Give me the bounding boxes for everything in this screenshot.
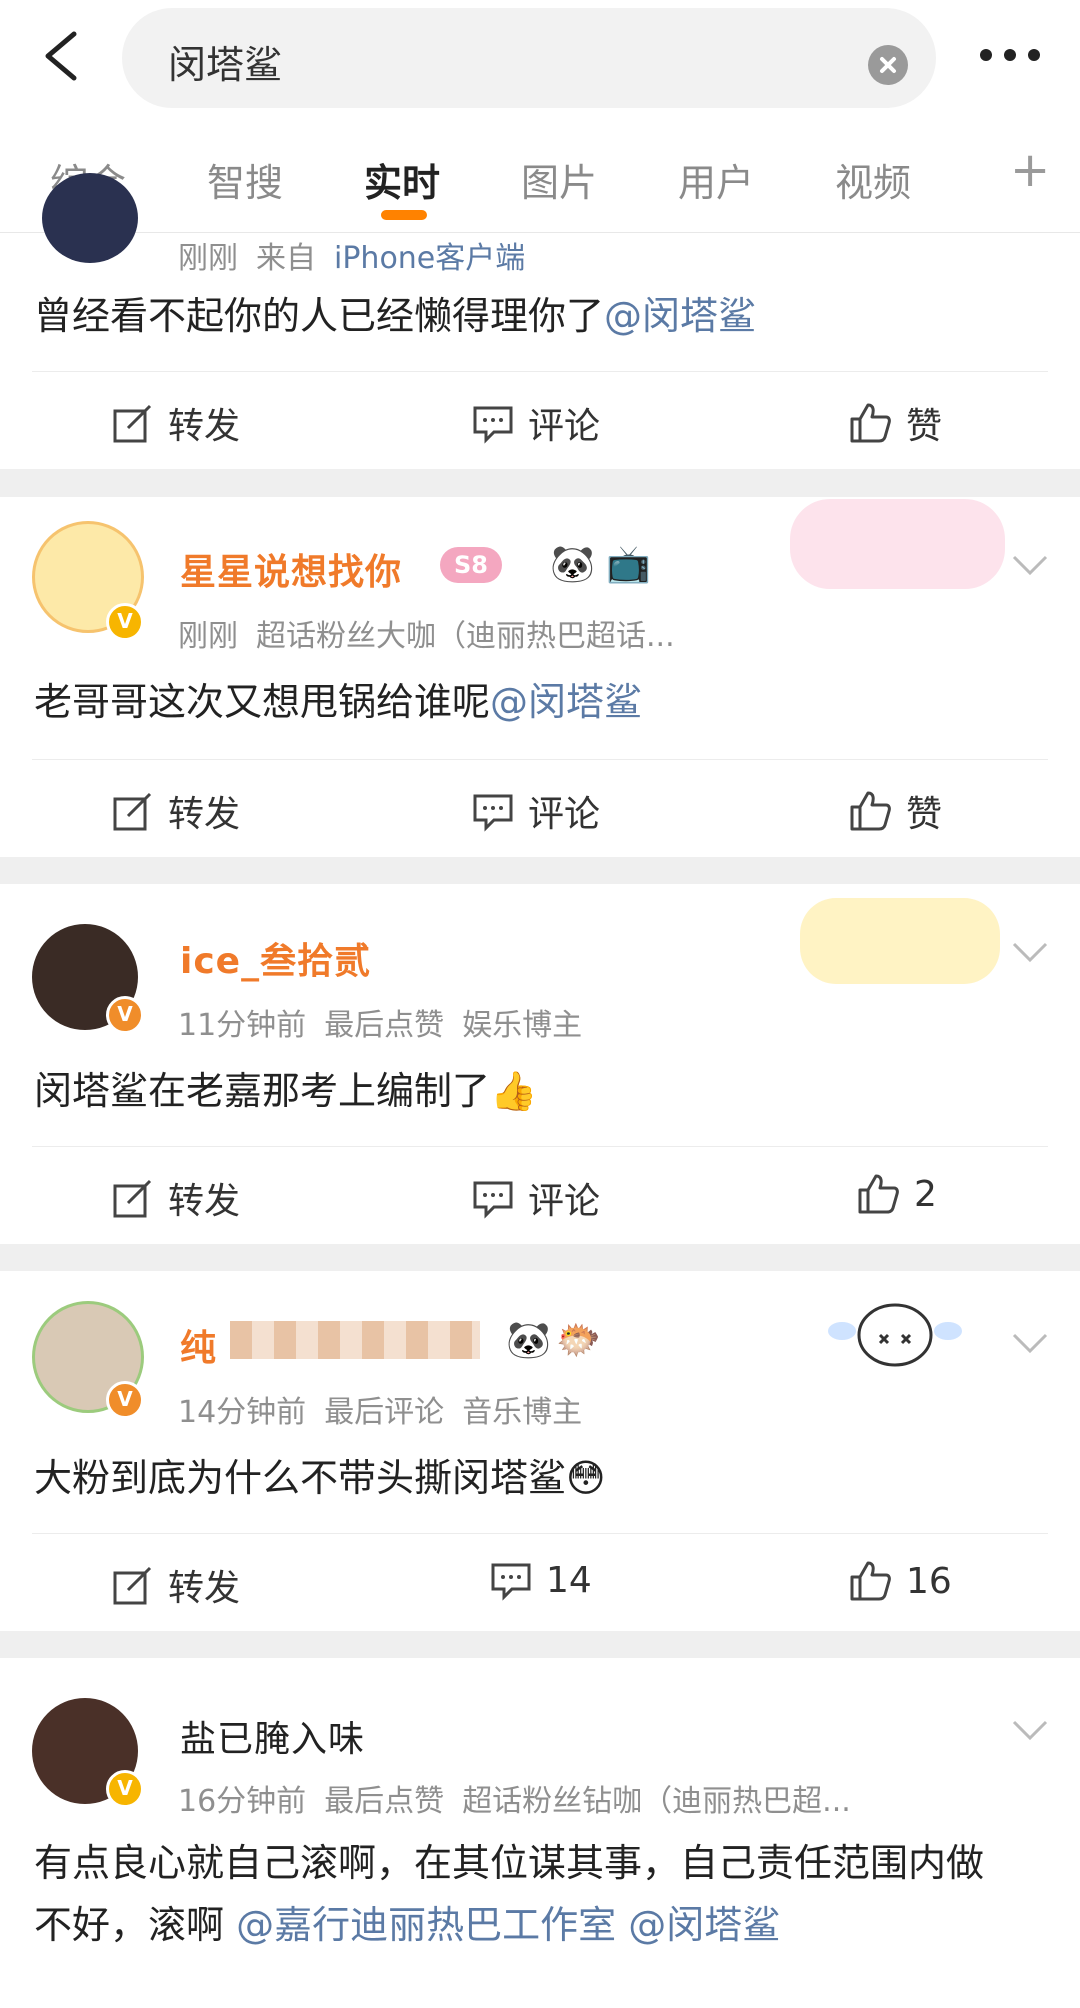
chevron-down-icon[interactable]	[1010, 940, 1050, 964]
post-text: 曾经看不起你的人已经懒得理你了@闵塔鲨	[34, 294, 757, 338]
user-name[interactable]: 纯	[180, 1319, 217, 1371]
active-tab-indicator	[381, 210, 427, 220]
verified-badge-icon: V	[106, 1770, 144, 1808]
level-badge: S8	[440, 547, 502, 583]
post-card: V 纯 🐼 🐡 14分钟前 最后评论 音乐博主 大粉到底为什么不带头撕闵塔鲨😳 转发…	[0, 1271, 1080, 1631]
user-name[interactable]: ice_叁拾贰	[180, 932, 371, 984]
repost-button[interactable]: 转发	[112, 1559, 240, 1611]
post-meta: 刚刚 超话粉丝大咖（迪丽热巴超话...	[178, 619, 675, 654]
divider	[32, 759, 1048, 760]
panda-icon: 🐼	[550, 544, 595, 585]
clear-search-icon[interactable]	[868, 45, 908, 85]
add-tab-icon[interactable]: +	[1010, 142, 1050, 198]
repost-button[interactable]: 转发	[112, 785, 240, 837]
like-button[interactable]: 赞	[848, 397, 942, 449]
comment-icon	[491, 1563, 531, 1601]
card-decoration-icon	[800, 898, 1000, 984]
mention-link[interactable]: @闵塔鲨	[490, 680, 642, 724]
chevron-down-icon[interactable]	[1010, 1718, 1050, 1742]
comment-icon	[473, 794, 513, 832]
tab-bar: 综合 智搜 实时 图片 用户 视频 +	[0, 112, 1080, 233]
post-card: V 盐已腌入味 16分钟前 最后点赞 超话粉丝钻咖（迪丽热巴超... 有点良心就自己…	[0, 1658, 1080, 2008]
search-query: 闵塔鲨	[168, 43, 283, 87]
post-card: V ice_叁拾贰 11分钟前 最后点赞 娱乐博主 闵塔鲨在老嘉那考上编制了👍 转发…	[0, 884, 1080, 1244]
card-decoration-icon	[790, 499, 1005, 589]
comment-button[interactable]: 评论	[472, 1172, 600, 1224]
repost-button[interactable]: 转发	[112, 1172, 240, 1224]
post-meta: 14分钟前 最后评论 音乐博主	[178, 1395, 583, 1430]
mention-link[interactable]: @闵塔鲨	[604, 294, 756, 338]
thumbs-up-icon	[858, 1174, 899, 1214]
more-options-icon[interactable]	[970, 38, 1070, 72]
post-card: V 星星说想找你 S8 🐼 📺 刚刚 超话粉丝大咖（迪丽热巴超话... 老哥哥这次…	[0, 497, 1080, 857]
tab-images[interactable]: 图片	[521, 152, 597, 207]
tab-smart-search[interactable]: 智搜	[207, 152, 283, 207]
chevron-down-icon[interactable]	[1010, 1331, 1050, 1355]
divider	[32, 1533, 1048, 1534]
search-input[interactable]: 闵塔鲨	[122, 8, 936, 108]
post-text: 老哥哥这次又想甩锅给谁呢@闵塔鲨	[34, 680, 643, 724]
post-meta: 11分钟前 最后点赞 娱乐博主	[178, 1008, 583, 1043]
avatar[interactable]	[42, 173, 138, 263]
angel-decoration-icon	[820, 1285, 970, 1375]
like-count: 2	[914, 1173, 937, 1215]
name-mosaic	[230, 1321, 480, 1359]
repost-icon	[113, 792, 152, 831]
post-meta: 16分钟前 最后点赞 超话粉丝钻咖（迪丽热巴超...	[178, 1784, 851, 1819]
verified-badge-icon: V	[106, 603, 144, 641]
user-name[interactable]: 盐已腌入味	[180, 1710, 365, 1762]
divider	[32, 1146, 1048, 1147]
verified-badge-icon: V	[106, 1381, 144, 1419]
mention-link[interactable]: @嘉行迪丽热巴工作室	[236, 1903, 616, 1947]
thumbs-up-icon	[850, 791, 891, 831]
repost-button[interactable]: 转发	[112, 397, 240, 449]
top-bar: 闵塔鲨	[0, 0, 1080, 112]
like-button[interactable]: 2	[856, 1172, 937, 1216]
thumbs-up-icon	[850, 403, 891, 443]
comment-button[interactable]: 14	[490, 1559, 592, 1601]
comment-count: 14	[546, 1559, 592, 1601]
chevron-down-icon[interactable]	[1010, 553, 1050, 577]
emoji: 😳	[566, 1456, 606, 1500]
like-button[interactable]: 赞	[848, 785, 942, 837]
tab-users[interactable]: 用户	[678, 152, 754, 207]
user-name[interactable]: 星星说想找你	[180, 543, 402, 595]
tab-realtime[interactable]: 实时	[364, 152, 440, 207]
repost-icon	[113, 404, 152, 443]
post-text: 有点良心就自己滚啊，在其位谋其事，自己责任范围内做 不好，滚啊 @嘉行迪丽热巴工…	[34, 1841, 985, 1947]
repost-icon	[113, 1179, 152, 1218]
verified-badge-icon: V	[106, 996, 144, 1034]
post-text: 闵塔鲨在老嘉那考上编制了👍	[34, 1069, 538, 1113]
divider	[32, 371, 1048, 372]
mention-link[interactable]: @闵塔鲨	[628, 1903, 780, 1947]
back-arrow-icon[interactable]	[38, 30, 88, 82]
comment-icon	[473, 406, 513, 444]
comment-button[interactable]: 评论	[472, 785, 600, 837]
tab-videos[interactable]: 视频	[835, 152, 911, 207]
comment-icon	[473, 1181, 513, 1219]
post-meta: 刚刚 来自 iPhone客户端	[178, 241, 526, 276]
tv-icon: 📺	[606, 544, 651, 585]
repost-icon	[113, 1566, 152, 1605]
thumbs-up-icon	[850, 1561, 891, 1601]
fish-icon: 🐡	[556, 1320, 601, 1361]
like-count: 16	[906, 1560, 952, 1602]
post-text: 大粉到底为什么不带头撕闵塔鲨😳	[34, 1456, 606, 1500]
emoji: 👍	[490, 1069, 538, 1113]
like-button[interactable]: 16	[848, 1559, 952, 1603]
comment-button[interactable]: 评论	[472, 397, 600, 449]
post-card: 刚刚 来自 iPhone客户端 曾经看不起你的人已经懒得理你了@闵塔鲨 转发 评论 …	[0, 173, 1080, 469]
panda-icon: 🐼	[506, 1320, 551, 1361]
